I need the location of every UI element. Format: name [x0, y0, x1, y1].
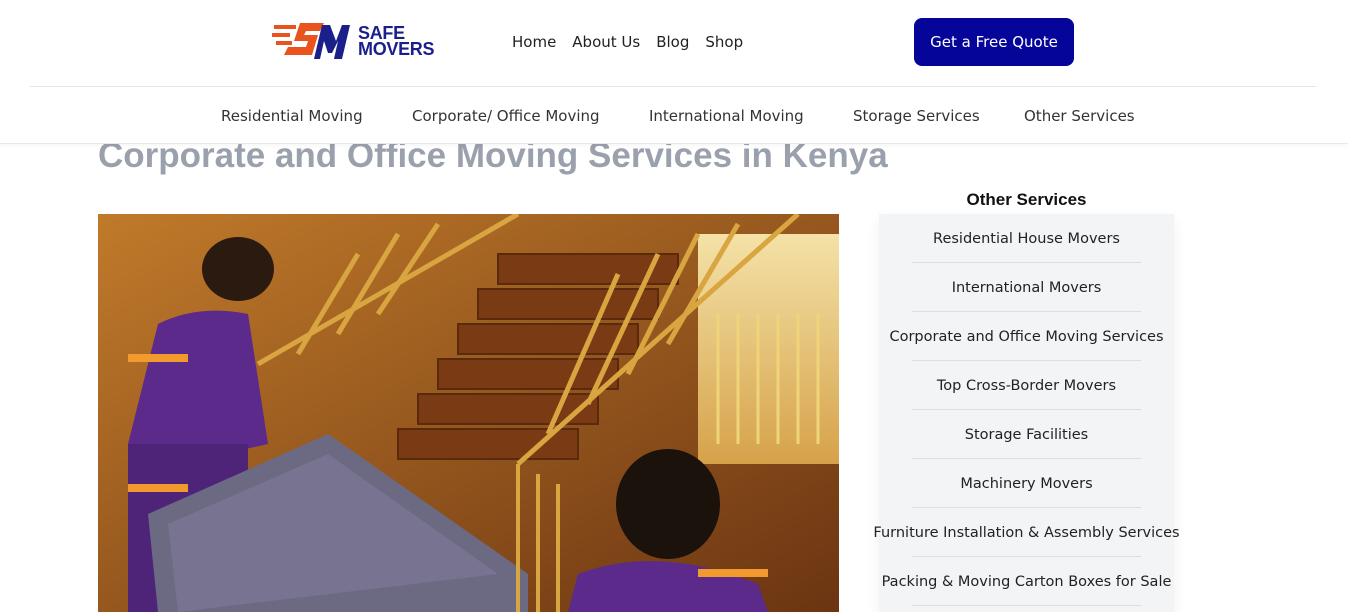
subnav-storage-services[interactable]: Storage Services	[853, 106, 980, 126]
sidebar-item-international-movers[interactable]: International Movers	[879, 263, 1174, 312]
subnav-corporate-office-moving[interactable]: Corporate/ Office Moving	[412, 106, 600, 126]
nav-blog[interactable]: Blog	[656, 32, 689, 52]
subnav-other-services[interactable]: Other Services	[1024, 106, 1135, 126]
get-free-quote-button[interactable]: Get a Free Quote	[914, 18, 1074, 66]
nav-about-us[interactable]: About Us	[572, 32, 640, 52]
services-subnav: Residential Moving Corporate/ Office Mov…	[0, 87, 1348, 144]
sidebar-item-residential-house-movers[interactable]: Residential House Movers	[879, 214, 1174, 263]
sidebar-item-furniture-installation[interactable]: Furniture Installation & Assembly Servic…	[873, 508, 1179, 557]
hero-image	[98, 214, 839, 612]
subnav-international-moving[interactable]: International Moving	[649, 106, 804, 126]
sidebar-item-corporate-office-moving[interactable]: Corporate and Office Moving Services	[879, 312, 1174, 361]
sidebar-item-machinery-movers[interactable]: Machinery Movers	[879, 459, 1174, 508]
sidebar-item-storage-facilities[interactable]: Storage Facilities	[879, 410, 1174, 459]
sidebar-divider	[912, 605, 1141, 606]
other-services-sidebar: Residential House Movers International M…	[873, 214, 1180, 612]
sidebar-item-packing-carton-boxes[interactable]: Packing & Moving Carton Boxes for Sale	[879, 557, 1174, 606]
logo-wordmark: SAFE MOVERS	[358, 24, 435, 59]
sm-logo-icon	[272, 23, 350, 59]
movers-photo-illustration	[98, 214, 839, 612]
logo-line-2: MOVERS	[358, 39, 435, 59]
site-header: SAFE MOVERS Home About Us Blog Shop Get …	[0, 0, 1348, 86]
main-nav: Home About Us Blog Shop	[512, 32, 759, 52]
sidebar-title: Other Services	[966, 190, 1087, 209]
sidebar-item-cross-border-movers[interactable]: Top Cross-Border Movers	[879, 361, 1174, 410]
nav-shop[interactable]: Shop	[705, 32, 743, 52]
subnav-residential-moving[interactable]: Residential Moving	[221, 106, 363, 126]
nav-home[interactable]: Home	[512, 32, 556, 52]
site-logo[interactable]: SAFE MOVERS	[272, 18, 437, 64]
